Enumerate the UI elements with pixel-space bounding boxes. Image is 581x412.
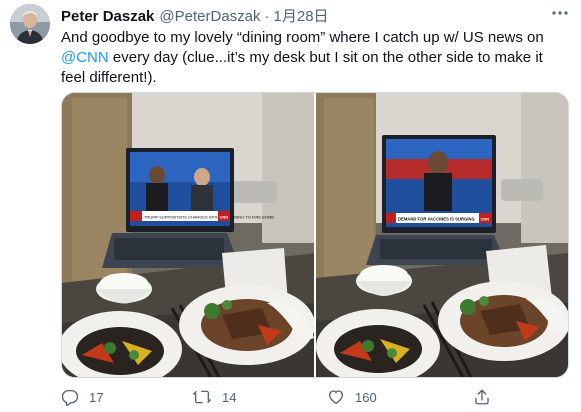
reply-icon xyxy=(61,389,79,406)
tweet-media: TRUMP SUPPORTERS CHARGED WITH FORDERING … xyxy=(61,92,569,378)
share-button[interactable] xyxy=(473,388,501,406)
tv-logo-left: CNN xyxy=(220,214,229,219)
user-handle[interactable]: @PeterDaszak xyxy=(159,8,260,25)
tv-logo-right: CNN xyxy=(481,216,490,221)
separator-dot: · xyxy=(264,8,270,25)
tv-chyron-right: DEMAND FOR VACCINES IS SURGING xyxy=(398,217,475,222)
tweet-date[interactable]: 1月28日 xyxy=(274,5,329,26)
tweet-text-part-1: And goodbye to my lovely “dining room” w… xyxy=(61,29,544,46)
display-name[interactable]: Peter Daszak xyxy=(61,8,154,25)
more-icon[interactable] xyxy=(548,4,572,22)
photo-right[interactable]: DEMAND FOR VACCINES IS SURGING CNN xyxy=(316,93,568,377)
tweet-header: Peter Daszak @PeterDaszak · 1月28日 xyxy=(61,5,329,25)
tv-chyron-left: TRUMP SUPPORTERS CHARGED WITH FORDERING … xyxy=(144,215,274,220)
tweet-text-part-2: every day (clue...it’s my desk but I sit… xyxy=(61,49,543,86)
photo-left[interactable]: TRUMP SUPPORTERS CHARGED WITH FORDERING … xyxy=(62,93,314,377)
avatar[interactable] xyxy=(10,4,50,44)
like-button[interactable]: 160 xyxy=(327,388,377,406)
retweet-icon xyxy=(193,390,211,404)
like-count: 160 xyxy=(355,389,377,405)
mention-link[interactable]: @CNN xyxy=(61,49,109,66)
retweet-button[interactable]: 14 xyxy=(192,388,236,406)
tweet-actions: 17 14 160 xyxy=(61,388,531,408)
heart-icon xyxy=(328,390,344,405)
reply-button[interactable]: 17 xyxy=(61,388,103,406)
tweet[interactable]: Peter Daszak @PeterDaszak · 1月28日 And go… xyxy=(0,0,581,412)
reply-count: 17 xyxy=(89,389,104,405)
tweet-text: And goodbye to my lovely “dining room” w… xyxy=(61,28,566,88)
share-icon xyxy=(475,389,489,405)
retweet-count: 14 xyxy=(222,389,237,405)
